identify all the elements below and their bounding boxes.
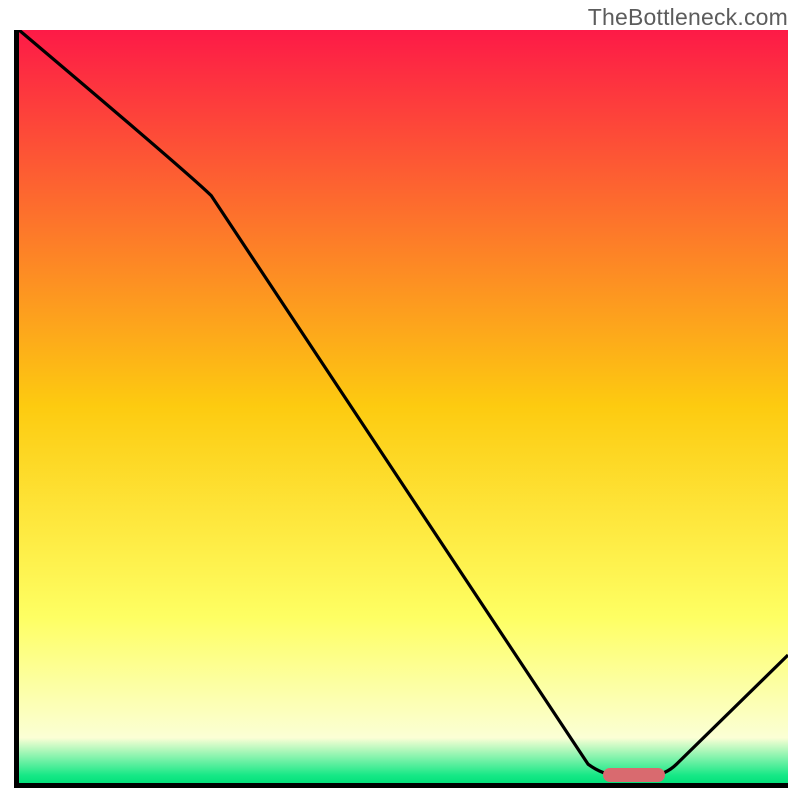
watermark-text: TheBottleneck.com xyxy=(588,4,788,31)
optimal-range-marker xyxy=(603,768,665,782)
chart-curve xyxy=(19,30,788,783)
chart-plot-area xyxy=(14,30,788,788)
